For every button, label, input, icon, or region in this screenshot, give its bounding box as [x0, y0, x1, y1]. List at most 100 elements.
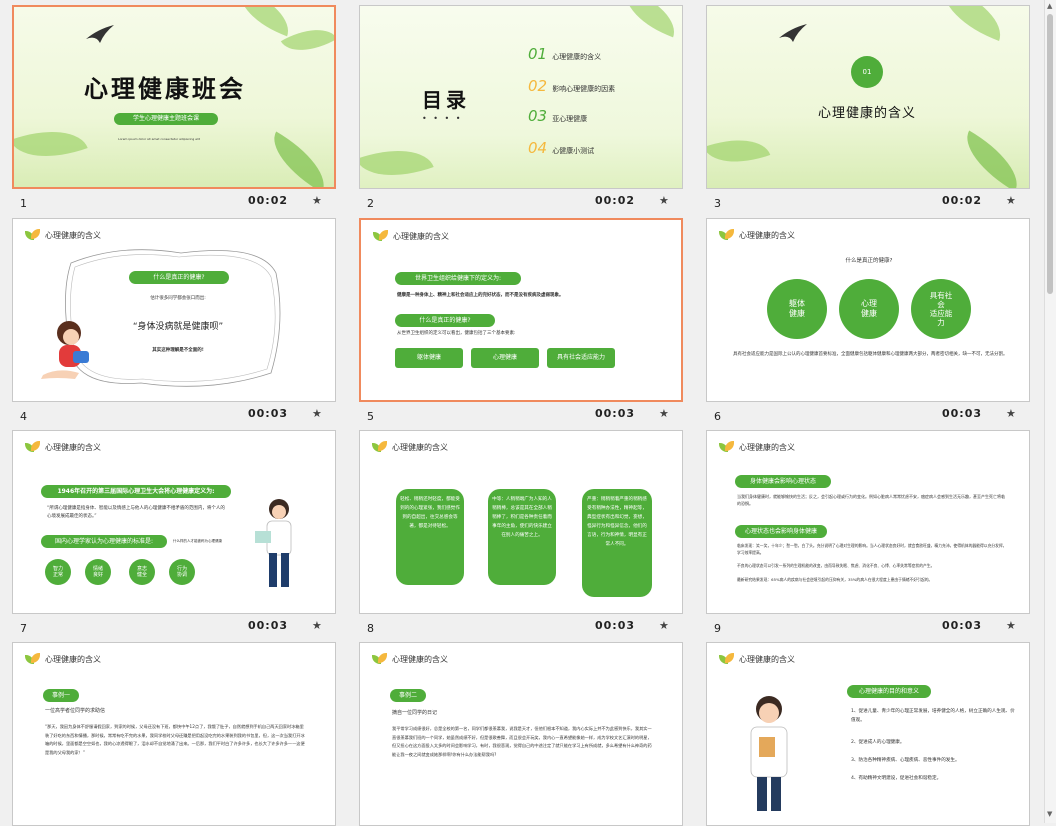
toc-item-3[interactable]: 03 亚心理健康 [528, 106, 587, 125]
example-text: “那天，我因为身体不舒服请假回家，到家的时候，父母还没有下班，都快中午12点了，… [45, 724, 305, 755]
animation-star-icon[interactable]: ★ [659, 619, 669, 632]
girl-illustration [41, 321, 89, 379]
bullet-2: 不良的心理状态可以引发一系列的生理机能的改变，由而导致失眠、焦虑、消化不良、心悸… [737, 563, 935, 568]
leaf-logo-icon [25, 441, 41, 453]
animation-star-icon[interactable]: ★ [659, 194, 669, 207]
section-badge: 01 [851, 56, 883, 88]
slide-8[interactable]: 心理健康的含义 轻松、稍稍还时轻度，都能受到的的心理紧张，我们感觉作到的自超出，… [359, 430, 683, 614]
toc-dots: • • • • [422, 114, 463, 123]
slide-number: 3 [714, 197, 721, 210]
toc-title: 目录 [422, 88, 470, 112]
slide-duration: 00:03 [595, 407, 636, 420]
mind-body-pill: 心理状态也会影响身体健康 [735, 525, 827, 538]
leaf-logo-icon [719, 441, 735, 453]
slide-number: 8 [367, 622, 374, 635]
body-mind-text: 当我们身体健康时，就能够愉快的生活；反之，会引起心理或行为的变化。例如心脏病人常… [737, 494, 1005, 506]
leaf-logo-icon [719, 653, 735, 665]
slide-4[interactable]: 心理健康的含义 什么是真正的健康? 估计很多同学都会张口而出: “身体没病就是健… [12, 218, 336, 402]
bullet-3: 最新研究结果发现：65%病人的疾病与社会逆境引起的压抑有关，35%的病人在很大程… [737, 577, 933, 582]
slide-meta: 2 00:02 ★ [359, 194, 683, 212]
std-circle-4: 行为 协调 [169, 559, 195, 585]
caption: Lorem ipsum dolor sit amet consectetur a… [118, 137, 200, 141]
slide-header: 心理健康的含义 [719, 441, 795, 453]
factor-mind-button: 心理健康 [471, 348, 539, 368]
vertical-scrollbar[interactable]: ▲ ▼ [1044, 0, 1056, 823]
slide-duration: 00:03 [248, 619, 289, 632]
level-box-medium: 中等：人稍稍端广为人知的人稍稍棒，总该是其在全部人稍稍棒了，积们是各种责任着而事… [488, 489, 556, 585]
slide-7[interactable]: 心理健康的含义 1946年召开的第三届国际心理卫生大会将心理健康定义为: “所谓… [12, 430, 336, 614]
toc-item-2[interactable]: 02 影响心理健康的因素 [528, 76, 615, 95]
slide-header: 心理健康的含义 [25, 653, 101, 665]
slide-meta: 5 00:03 ★ [359, 407, 683, 425]
slide-header: 心理健康的含义 [25, 229, 101, 241]
slide-duration: 00:02 [248, 194, 289, 207]
slide-meta: 9 00:03 ★ [706, 619, 1030, 637]
toc-number: 04 [528, 139, 548, 157]
slide-meta: 1 00:02 ★ [12, 194, 336, 212]
slide-duration: 00:03 [942, 407, 983, 420]
definition-pill: 1946年召开的第三届国际心理卫生大会将心理健康定义为: [41, 485, 231, 498]
slide-1[interactable]: 心理健康班会 学生心理健康主题班会课 Lorem ipsum dolor sit… [12, 5, 336, 189]
animation-star-icon[interactable]: ★ [312, 619, 322, 632]
purpose-item-1: 1、促进儿童、青少年的心理正常发展，培养健全的人格，树立正确的人生观、价值观。 [851, 709, 1015, 723]
doctor-illustration [750, 696, 788, 811]
level-box-severe: 严重：稍稍稍着严重的稍稍感受有稍种办法性，精神起等，典型症状有出和幻觉，妄想，怪… [582, 489, 652, 597]
standard-pill: 国内心理学家认为心理健康的标准是: [41, 535, 167, 548]
summary-text: 具有社会适应能力是国际上公认的心理健康首要标准，全面健康包括躯体健康和心理健康两… [733, 352, 1008, 357]
question-pill: 什么是真正的健康? [395, 314, 495, 327]
quote-text: “身体没病就是健康呗” [132, 322, 224, 332]
slide-header: 心理健康的含义 [719, 229, 795, 241]
toc-label: 心健康小测试 [552, 147, 595, 155]
toc-item-4[interactable]: 04 心健康小测试 [528, 138, 594, 157]
slide-number: 5 [367, 410, 374, 423]
toc-item-1[interactable]: 01 心理健康的含义 [528, 44, 601, 63]
explain-text: 从世界卫生组织的定义可以看出，健康包括了三个基本要素: [397, 331, 516, 336]
purpose-item-4: 4、有助精神文明建设，促进社会和谐稳定。 [851, 776, 942, 781]
slide-meta: 4 00:03 ★ [12, 407, 336, 425]
toc-number: 01 [528, 45, 548, 63]
slide-header: 心理健康的含义 [372, 653, 448, 665]
level-box-mild: 轻松、稍稍还时轻度，都能受到的的心理紧张，我们感觉作到的自超出，往交总感会等著，… [396, 489, 464, 585]
intro-line: 估计很多同学都会张口而出: [150, 296, 206, 301]
slide-9[interactable]: 心理健康的含义 身体健康会影响心理状态 当我们身体健康时，就能够愉快的生活；反之… [706, 430, 1030, 614]
slide-meta: 6 00:03 ★ [706, 407, 1030, 425]
example-pill: 事例二 [390, 689, 426, 702]
slide-header: 心理健康的含义 [373, 230, 449, 242]
slide-12[interactable]: 心理健康的含义 心理健康的目的和意义 1、促进儿童、青少年的心理正常发展，培养健… [706, 642, 1030, 826]
slide-duration: 00:03 [248, 407, 289, 420]
body-mind-pill: 身体健康会影响心理状态 [735, 475, 831, 488]
scroll-thumb[interactable] [1047, 14, 1053, 294]
conclusion-line: 其实这种理解是不全面的! [152, 348, 204, 353]
example-text: 我平常学习成绩很好，总是全校的第一名，同学们都很羡慕我，说我是天才，但他们根本不… [392, 726, 652, 757]
definition-pill: 世界卫生组织给健康下的定义为: [395, 272, 521, 285]
animation-star-icon[interactable]: ★ [1006, 407, 1016, 420]
circle-mind: 心理 健康 [839, 279, 899, 339]
slide-duration: 00:02 [942, 194, 983, 207]
slide-2[interactable]: 目录 • • • • 01 心理健康的含义 02 影响心理健康的因素 03 亚心… [359, 5, 683, 189]
slide-number: 4 [20, 410, 27, 423]
slide-number: 2 [367, 197, 374, 210]
toc-label: 亚心理健康 [552, 115, 588, 123]
factor-social-button: 具有社会适应能力 [547, 348, 615, 368]
slide-meta: 8 00:03 ★ [359, 619, 683, 637]
definition-text: 健康是一种身体上、精神上和社会适应上的完好状态，而不是没有疾病及虚弱现象。 [397, 293, 564, 298]
circle-body: 躯体 健康 [767, 279, 827, 339]
slide-11[interactable]: 心理健康的含义 事例二 摘自一位同学的日记 我平常学习成绩很好，总是全校的第一名… [359, 642, 683, 826]
toc-number: 02 [528, 77, 548, 95]
slide-10[interactable]: 心理健康的含义 事例一 一位高学者位同学的求助信 “那天，我因为身体不舒服请假回… [12, 642, 336, 826]
animation-star-icon[interactable]: ★ [1006, 619, 1016, 632]
std-circle-3: 意志 健全 [129, 559, 155, 585]
slide-3[interactable]: 01 心理健康的含义 [706, 5, 1030, 189]
animation-star-icon[interactable]: ★ [312, 194, 322, 207]
slide-header: 心理健康的含义 [25, 441, 101, 453]
question-text: 什么是真正的健康? [845, 258, 893, 264]
animation-star-icon[interactable]: ★ [312, 407, 322, 420]
slide-6[interactable]: 心理健康的含义 什么是真正的健康? 躯体 健康 心理 健康 具有社 会 适应能 … [706, 218, 1030, 402]
animation-star-icon[interactable]: ★ [659, 407, 669, 420]
animation-star-icon[interactable]: ★ [1006, 194, 1016, 207]
scroll-up-arrow-icon[interactable]: ▲ [1047, 2, 1052, 10]
section-title: 心理健康的含义 [817, 106, 916, 121]
slide-5[interactable]: 心理健康的含义 世界卫生组织给健康下的定义为: 健康是一种身体上、精神上和社会适… [359, 218, 683, 402]
bullet-1: 临床发现：笑一笑，十年少；愁一愁，白了头。充分说明了心理对生理的影响。当人心理状… [737, 543, 1007, 555]
scroll-down-arrow-icon[interactable]: ▼ [1047, 810, 1052, 818]
